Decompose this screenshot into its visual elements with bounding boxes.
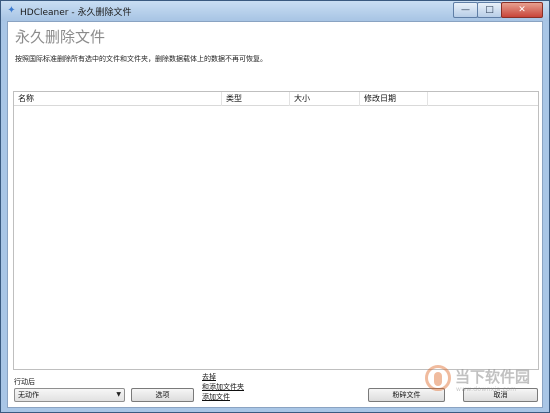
watermark-url: www.downxia.com [456,386,517,393]
maximize-button[interactable]: □ [477,2,502,18]
hdcleaner-window: ✦ HDCleaner - 永久删除文件 — □ ✕ 永久删除文件 按照国际标准… [0,0,550,413]
after-action-select-value: 无动作 [18,391,39,399]
list-edit-links: 去掉 和添加文件夹 添加文件 [202,372,244,402]
hdcleaner-icon: ✦ [7,5,16,16]
options-button[interactable]: 选项 [131,388,194,402]
close-button[interactable]: ✕ [501,2,543,18]
client-area: 永久删除文件 按照国际标准删除所有选中的文件和文件夹，删除数据载体上的数据不再可… [7,21,543,408]
watermark-logo-icon [425,365,451,391]
column-header-type[interactable]: 类型 [222,92,290,106]
window-controls: — □ ✕ [453,2,543,18]
watermark: 当下软件园 www.downxia.com [425,365,543,401]
column-header-size[interactable]: 大小 [290,92,360,106]
add-folder-link[interactable]: 和添加文件夹 [202,382,244,392]
column-header-modified-date[interactable]: 修改日期 [360,92,428,106]
file-list[interactable]: 名称 类型 大小 修改日期 [13,91,539,370]
minimize-button[interactable]: — [453,2,478,18]
file-list-header: 名称 类型 大小 修改日期 [14,92,538,106]
after-action-label: 行动后 [14,378,35,386]
page-title: 永久删除文件 [15,28,106,46]
column-header-name[interactable]: 名称 [14,92,222,106]
title-bar[interactable]: ✦ HDCleaner - 永久删除文件 — □ ✕ [1,1,549,21]
page-description: 按照国际标准删除所有选中的文件和文件夹，删除数据载体上的数据不再可恢复。 [15,55,267,63]
after-action-select[interactable]: 无动作 ▼ [14,388,125,402]
remove-link[interactable]: 去掉 [202,372,244,382]
chevron-down-icon: ▼ [116,391,121,398]
watermark-text: 当下软件园 [455,368,531,386]
add-file-link[interactable]: 添加文件 [202,392,244,402]
window-title: HDCleaner - 永久删除文件 [20,8,132,18]
